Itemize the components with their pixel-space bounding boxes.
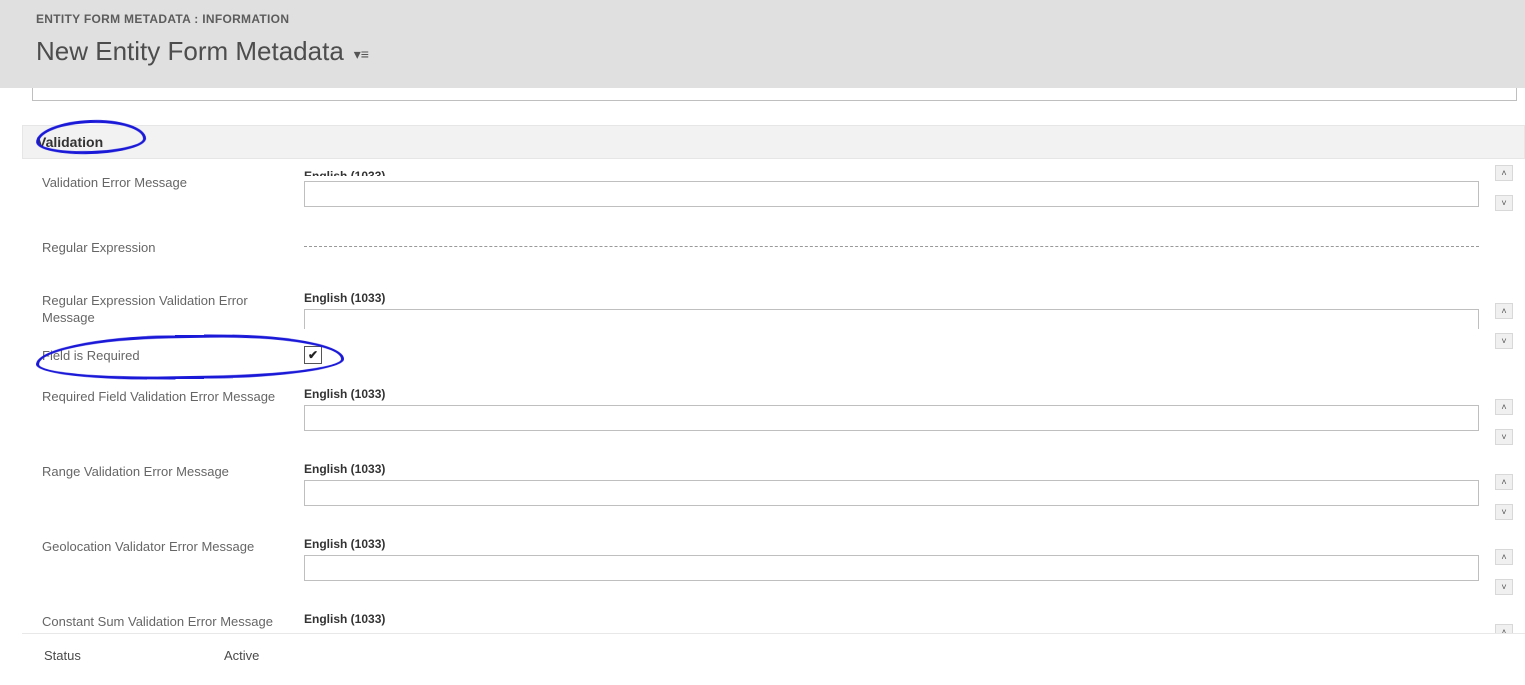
label-constant-sum-validation-error-message: Constant Sum Validation Error Message	[42, 612, 304, 631]
previous-input-stub	[32, 88, 1517, 101]
lang-label: English (1033)	[304, 537, 1515, 551]
input-required-field-validation-error-message[interactable]	[304, 405, 1479, 431]
scroll-up-icon[interactable]: ˄	[1495, 474, 1513, 490]
title-row: New Entity Form Metadata ▾≡	[36, 36, 1489, 67]
breadcrumb: ENTITY FORM METADATA : INFORMATION	[36, 12, 1489, 26]
list-scroll[interactable]: ˄ ˅	[1495, 474, 1515, 520]
label-range-validation-error-message: Range Validation Error Message	[42, 462, 304, 481]
list-scroll[interactable]: ˄ ˅	[1495, 399, 1515, 445]
lang-label: English (1033)	[304, 462, 1515, 476]
form-switcher-icon[interactable]: ▾≡	[354, 40, 369, 63]
list-scroll[interactable]: ˄ ˅	[1495, 303, 1515, 349]
list-scroll[interactable]: ˄ ˅	[1495, 624, 1515, 633]
input-regular-expression[interactable]	[304, 246, 1479, 247]
page-title: New Entity Form Metadata	[36, 36, 344, 67]
scroll-up-icon[interactable]: ˄	[1495, 624, 1513, 633]
list-scroll[interactable]: ˄ ˅	[1495, 165, 1515, 211]
scroll-up-icon[interactable]: ˄	[1495, 165, 1513, 181]
lang-label: English (1033)	[304, 387, 1515, 401]
page-header: ENTITY FORM METADATA : INFORMATION New E…	[0, 0, 1525, 88]
input-regex-validation-error-message[interactable]	[304, 309, 1479, 329]
scroll-down-icon[interactable]: ˅	[1495, 504, 1513, 520]
label-geolocation-validator-error-message: Geolocation Validator Error Message	[42, 537, 304, 556]
section-title: Validation	[37, 134, 103, 150]
status-value: Active	[224, 648, 259, 671]
status-bar: Status Active	[22, 633, 1525, 685]
status-label: Status	[44, 648, 224, 671]
label-field-is-required: Field is Required	[42, 346, 304, 365]
label-required-field-validation-error-message: Required Field Validation Error Message	[42, 387, 304, 406]
input-range-validation-error-message[interactable]	[304, 480, 1479, 506]
scroll-down-icon[interactable]: ˅	[1495, 429, 1513, 445]
input-geolocation-validator-error-message[interactable]	[304, 555, 1479, 581]
content-area: Validation Validation Error Message Engl…	[22, 88, 1525, 633]
label-regular-expression: Regular Expression	[42, 238, 304, 257]
form-body: Validation Error Message English (1033) …	[22, 159, 1525, 631]
lang-label: English (1033)	[304, 612, 1515, 626]
scroll-down-icon[interactable]: ˅	[1495, 579, 1513, 595]
section-header-validation: Validation	[22, 125, 1525, 159]
label-validation-error-message: Validation Error Message	[42, 173, 304, 192]
lang-label: English (1033)	[304, 291, 1515, 305]
list-scroll[interactable]: ˄ ˅	[1495, 549, 1515, 595]
checkbox-field-is-required[interactable]: ✔	[304, 346, 322, 364]
input-validation-error-message[interactable]	[304, 181, 1479, 207]
scroll-up-icon[interactable]: ˄	[1495, 549, 1513, 565]
scroll-up-icon[interactable]: ˄	[1495, 303, 1513, 319]
scroll-down-icon[interactable]: ˅	[1495, 195, 1513, 211]
label-regex-validation-error-message: Regular Expression Validation Error Mess…	[42, 291, 304, 327]
scroll-up-icon[interactable]: ˄	[1495, 399, 1513, 415]
